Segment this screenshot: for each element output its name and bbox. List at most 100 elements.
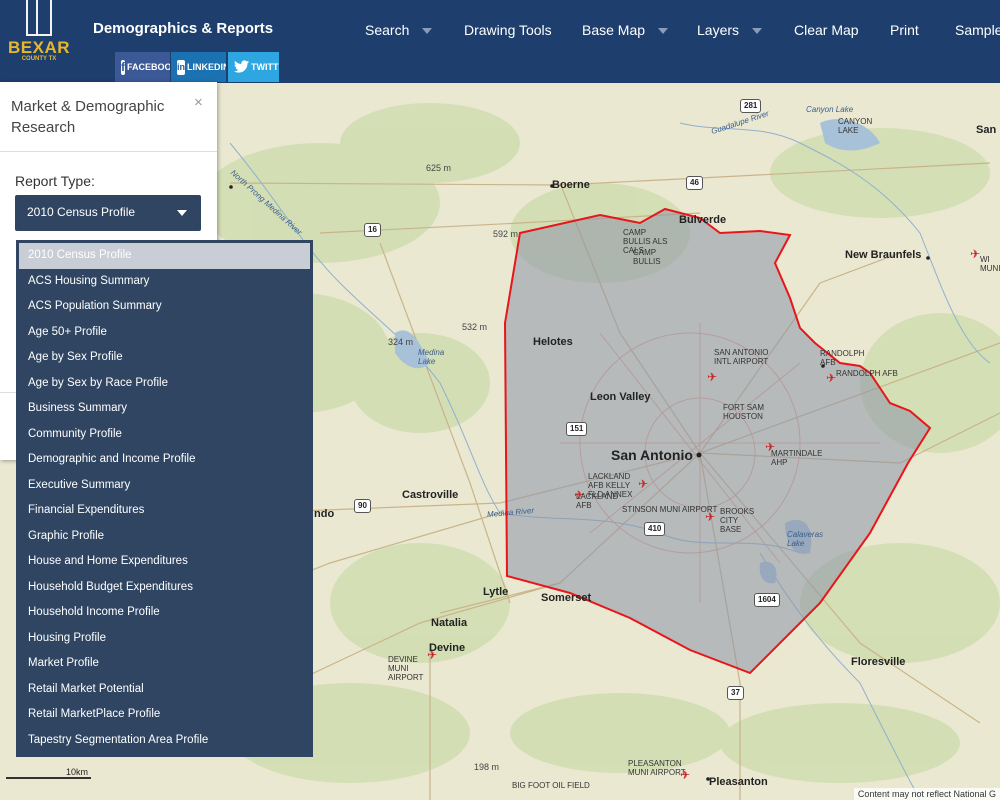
water-label-medina-lake: Medina Lake [418,348,445,366]
dropdown-option[interactable]: Financial Expenditures [19,498,310,524]
feature-label-martindale: MARTINDALE AHP [771,449,823,467]
nav-search[interactable]: Search [365,22,433,38]
place-label-helotes: Helotes [533,336,573,348]
svg-text:✈: ✈ [970,247,980,261]
place-label-somerset: Somerset [541,592,592,604]
linkedin-label: LINKEDIN [187,62,226,72]
place-label-leon-valley: Leon Valley [590,391,651,403]
highway-shield: 16 [364,223,381,237]
place-label-san: San [976,124,997,136]
logo-subtext: COUNTY TX [21,56,57,62]
highway-shield: 410 [644,522,666,536]
place-label-floresville: Floresville [851,656,906,668]
feature-label-pleasanton-airport: PLEASANTON MUNI AIRPORT [628,759,686,777]
highway-shield: 46 [686,176,703,190]
place-label-devine: Devine [429,642,466,654]
logo-text: BEXAR [7,38,70,57]
dropdown-option[interactable]: Executive Summary [19,473,310,499]
highway-shield: 1604 [754,593,780,607]
feature-label-big-foot: BIG FOOT OIL FIELD [512,781,590,790]
svg-text:✈: ✈ [707,370,717,384]
dropdown-option[interactable]: Age by Sex Profile [19,345,310,371]
facebook-icon: f [121,59,125,75]
chevron-down-icon [752,28,763,35]
water-label-calaveras: Calaveras Lake [787,530,824,548]
nav-drawing-tools[interactable]: Drawing Tools [464,22,552,38]
elevation-label: 324 m [388,337,414,347]
dropdown-option[interactable]: House and Home Expenditures [19,549,310,575]
bexar-county-logo[interactable]: BEXAR COUNTY TX [6,0,70,76]
scale-line [6,777,91,779]
place-label-san-antonio: San Antonio [611,447,693,463]
nav-print[interactable]: Print [890,22,919,38]
dropdown-option[interactable]: Business Summary [19,396,310,422]
elevation-label: 198 m [474,762,500,772]
dropdown-option[interactable]: Age 50+ Profile [19,320,310,346]
report-type-dropdown-list: 2010 Census Profile ACS Housing Summary … [16,240,313,757]
nav-layers-label: Layers [697,22,740,38]
nav-search-label: Search [365,22,410,38]
chevron-down-icon [177,210,187,216]
feature-label-fort-sam: FORT SAM HOUSTON [723,403,765,421]
nav-sample[interactable]: Sample [955,22,1000,38]
nav-print-label: Print [890,22,919,38]
nav-base-map-label: Base Map [582,22,646,38]
dropdown-option[interactable]: ACS Population Summary [19,294,310,320]
report-type-label: Report Type: [15,173,95,189]
water-label-canyon-lake: Canyon Lake [806,105,854,114]
place-label-bulverde: Bulverde [679,214,727,226]
feature-label-wi-muni: WI MUNI [980,255,1000,273]
scale-label: 10km [66,767,89,777]
dropdown-option[interactable]: Graphic Profile [19,524,310,550]
feature-label-randolph-afb: RANDOLPH AFB [836,369,898,378]
feature-label-devine-airport: DEVINE MUNI AIRPORT [388,655,424,682]
chevron-down-icon [422,28,433,35]
elevation-label: 592 m [493,229,519,239]
app-title: Demographics & Reports [93,20,274,37]
place-label-boerne: Boerne [552,179,590,191]
nav-base-map[interactable]: Base Map [582,22,669,38]
dropdown-option[interactable]: Retail Market Potential [19,677,310,703]
dropdown-option[interactable]: ACS Housing Summary [19,269,310,295]
feature-label-camp-bullis: CAMP BULLIS [633,248,661,266]
chevron-down-icon [658,28,669,35]
place-label-natalia: Natalia [431,617,468,629]
app-header: BEXAR COUNTY TX Demographics & Reports f… [0,0,1000,83]
feature-label-stinson: STINSON MUNI AIRPORT [622,505,718,514]
report-type-select[interactable]: 2010 Census Profile [15,195,201,231]
dropdown-option[interactable]: Tapestry Segmentation Area Profile [19,728,310,754]
dropdown-option[interactable]: Age by Sex by Race Profile [19,371,310,397]
dropdown-option[interactable]: Demographic and Income Profile [19,447,310,473]
dropdown-option[interactable]: Household Budget Expenditures [19,575,310,601]
nav-drawing-tools-label: Drawing Tools [464,22,552,38]
dropdown-option[interactable]: 2010 Census Profile [19,243,310,269]
nav-layers[interactable]: Layers [697,22,763,38]
dropdown-option[interactable]: Community Profile [19,422,310,448]
logo-mark-icon [26,0,52,36]
panel-title: Market & Demographic Research [11,98,165,136]
nav-sample-label: Sample [955,22,1000,38]
nav-clear-map-label: Clear Map [794,22,859,38]
place-label-pleasanton: Pleasanton [709,776,768,788]
close-icon[interactable]: × [194,94,203,111]
nav-clear-map[interactable]: Clear Map [794,22,859,38]
feature-label-canyon-lake: CANYON LAKE [838,117,873,135]
facebook-label: FACEBOOK [127,62,170,72]
highway-shield: 90 [354,499,371,513]
twitter-share-button[interactable]: TWITTER [228,52,279,82]
linkedin-icon: in [177,59,185,75]
place-label-new-braunfels: New Braunfels [845,249,922,261]
twitter-label: TWITTER [251,62,279,72]
linkedin-share-button[interactable]: in LINKEDIN [171,52,226,82]
dropdown-option[interactable]: Market Profile [19,651,310,677]
place-label-ndo: ndo [314,508,335,520]
svg-text:✈: ✈ [826,371,836,385]
dropdown-option[interactable]: Housing Profile [19,626,310,652]
place-label-lytle: Lytle [483,586,509,598]
facebook-share-button[interactable]: f FACEBOOK [115,52,170,82]
dropdown-option[interactable]: Retail MarketPlace Profile [19,702,310,728]
dropdown-option[interactable]: Household Income Profile [19,600,310,626]
highway-shield: 37 [727,686,744,700]
feature-label-brooks: BROOKS CITY BASE [720,507,755,534]
report-type-selected-value: 2010 Census Profile [27,205,136,219]
